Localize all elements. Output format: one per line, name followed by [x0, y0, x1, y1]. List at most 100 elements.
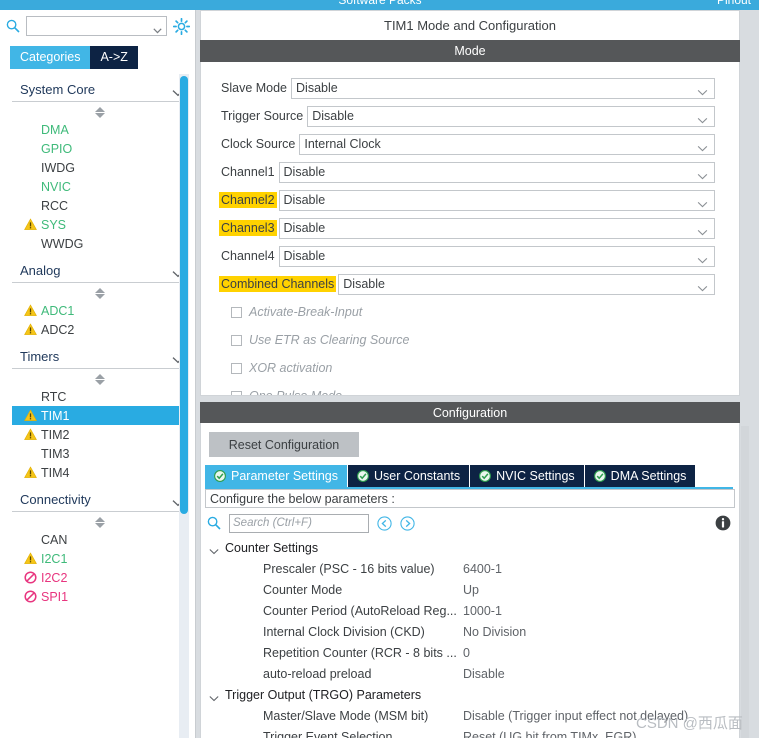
parameter-name: auto-reload preload: [263, 666, 372, 681]
reset-configuration-button[interactable]: Reset Configuration: [209, 432, 359, 457]
sidebar-item-tim1[interactable]: TIM1: [12, 406, 188, 425]
sidebar-group-scroll-spinner[interactable]: [93, 288, 107, 299]
chevron-down-icon: [697, 197, 708, 207]
tab-label: DMA Settings: [610, 469, 687, 483]
component-sidebar: Categories A->Z System Core DMA GPIO IWDG N…: [0, 10, 196, 738]
parameter-row[interactable]: Prescaler (PSC - 16 bits value) 6400-1: [201, 558, 739, 579]
check-circle-icon: [593, 470, 606, 482]
sidebar-item-label: TIM4: [41, 465, 70, 480]
sidebar-item-label: WWDG: [41, 236, 84, 251]
forbidden-icon: [24, 571, 37, 584]
mode-row-select[interactable]: Disable: [278, 161, 715, 183]
chevron-down-icon[interactable]: [209, 691, 219, 702]
mode-row-select[interactable]: Disable: [291, 77, 715, 99]
sidebar-group-analog: Analog ADC1 ADC2: [12, 253, 188, 339]
sidebar-search-input[interactable]: [30, 17, 147, 35]
sidebar-group-header[interactable]: Connectivity: [12, 492, 188, 512]
tab-categories[interactable]: Categories: [10, 46, 91, 69]
tab-parameter-settings[interactable]: Parameter Settings: [205, 465, 347, 487]
search-next-icon[interactable]: [400, 515, 415, 531]
sidebar-item-tim2[interactable]: TIM2: [12, 425, 188, 444]
parameter-search-box[interactable]: [229, 513, 369, 533]
parameter-row[interactable]: Internal Clock Division (CKD) No Division: [201, 621, 739, 642]
search-icon: [6, 19, 20, 33]
sidebar-group-scroll-spinner[interactable]: [93, 107, 107, 118]
sidebar-item-spi1[interactable]: SPI1: [12, 587, 188, 606]
mode-row-select[interactable]: Disable: [278, 217, 715, 239]
mode-row-channel1: Channel1 Disable: [201, 158, 739, 186]
parameter-row[interactable]: Counter Mode Up: [201, 579, 739, 600]
tab-nvic-settings[interactable]: NVIC Settings: [470, 465, 584, 487]
sidebar-group-header[interactable]: Analog: [12, 263, 188, 283]
search-previous-icon[interactable]: [377, 515, 392, 531]
parameter-name: Counter Mode: [263, 582, 343, 597]
mode-row-select[interactable]: Disable: [307, 105, 715, 127]
sidebar-item-i2c1[interactable]: I2C1: [12, 549, 188, 568]
chevron-down-icon[interactable]: [209, 544, 219, 555]
sidebar-item-tim4[interactable]: TIM4: [12, 463, 188, 482]
sidebar-item-can[interactable]: CAN: [12, 530, 188, 549]
sidebar-item-iwdg[interactable]: IWDG: [12, 158, 188, 177]
mode-row-trigger-source: Trigger Source Disable: [201, 102, 739, 130]
tree-item-spacer: [24, 161, 37, 174]
tree-item-spacer: [24, 447, 37, 460]
checkbox-use-etr-as-clearing-source[interactable]: [231, 334, 242, 346]
mode-row-value: Disable: [283, 249, 326, 263]
sidebar-item-i2c2[interactable]: I2C2: [12, 568, 188, 587]
mode-row-label: Channel1: [221, 165, 275, 179]
sidebar-item-tim3[interactable]: TIM3: [12, 444, 188, 463]
parameter-row[interactable]: auto-reload preload Disable: [201, 663, 739, 684]
sidebar-item-label: I2C1: [41, 551, 68, 566]
gear-icon[interactable]: [172, 17, 191, 35]
sidebar-item-adc1[interactable]: ADC1: [12, 301, 188, 320]
sidebar-search-combo[interactable]: [26, 16, 167, 36]
mode-section-label: Mode: [454, 44, 486, 58]
checkbox-xor-activation[interactable]: [231, 362, 242, 374]
top-menu-strip: Software Packs Pinout: [0, 0, 759, 10]
parameter-row[interactable]: Master/Slave Mode (MSM bit) Disable (Trig…: [201, 705, 739, 726]
sidebar-item-adc2[interactable]: ADC2: [12, 320, 188, 339]
parameter-row[interactable]: Repetition Counter (RCR - 8 bits ... 0: [201, 642, 739, 663]
parameter-row[interactable]: Trigger Event Selection Reset (UG bit fro…: [201, 726, 739, 738]
configuration-tabs: Parameter Settings User Constants NVIC Set…: [205, 465, 739, 487]
sidebar-item-wwdg[interactable]: WWDG: [12, 234, 188, 253]
sidebar-scrollbar-thumb[interactable]: [180, 76, 188, 514]
check-circle-icon: [479, 470, 492, 482]
page-title: TIM1 Mode and Configuration: [200, 10, 740, 40]
sidebar-item-label: NVIC: [41, 179, 71, 194]
mode-row-select[interactable]: Internal Clock: [299, 133, 715, 155]
sidebar-item-rtc[interactable]: RTC: [12, 387, 188, 406]
mode-row-select[interactable]: Disable: [278, 189, 715, 211]
parameter-value: 1000-1: [463, 603, 502, 618]
tab-a-to-z-label: A->Z: [100, 50, 128, 64]
configuration-scrollbar-track[interactable]: [741, 426, 749, 738]
sidebar-group-scroll-spinner[interactable]: [93, 517, 107, 528]
sidebar-item-sys[interactable]: SYS: [12, 215, 188, 234]
mode-row-select[interactable]: Disable: [338, 273, 715, 295]
configure-note-label: Configure the below parameters :: [210, 491, 395, 506]
sidebar-group-header[interactable]: Timers: [12, 349, 188, 369]
parameter-group-header[interactable]: Counter Settings: [201, 537, 739, 558]
sidebar-group-header[interactable]: System Core: [12, 82, 188, 102]
chevron-down-icon: [697, 225, 708, 235]
warning-icon: [24, 304, 37, 317]
parameter-group-header[interactable]: Trigger Output (TRGO) Parameters: [201, 684, 739, 705]
warning-icon: [24, 428, 37, 441]
parameter-search-icon: [207, 516, 221, 530]
tree-item-spacer: [24, 533, 37, 546]
parameter-row[interactable]: Counter Period (AutoReload Reg... 1000-1: [201, 600, 739, 621]
sidebar-item-gpio[interactable]: GPIO: [12, 139, 188, 158]
checkbox-one-pulse-mode[interactable]: [231, 390, 242, 395]
mode-row-select[interactable]: Disable: [278, 245, 715, 267]
parameter-search-input[interactable]: [233, 517, 368, 529]
tab-a-to-z[interactable]: A->Z: [90, 46, 138, 69]
mode-checkbox-row: One Pulse Mode: [201, 382, 739, 395]
sidebar-item-rcc[interactable]: RCC: [12, 196, 188, 215]
sidebar-group-scroll-spinner[interactable]: [93, 374, 107, 385]
sidebar-item-dma[interactable]: DMA: [12, 120, 188, 139]
info-icon[interactable]: [715, 515, 731, 531]
checkbox-activate-break-input[interactable]: [231, 306, 242, 318]
sidebar-item-nvic[interactable]: NVIC: [12, 177, 188, 196]
tab-user-constants[interactable]: User Constants: [348, 465, 470, 487]
tab-dma-settings[interactable]: DMA Settings: [584, 465, 696, 487]
